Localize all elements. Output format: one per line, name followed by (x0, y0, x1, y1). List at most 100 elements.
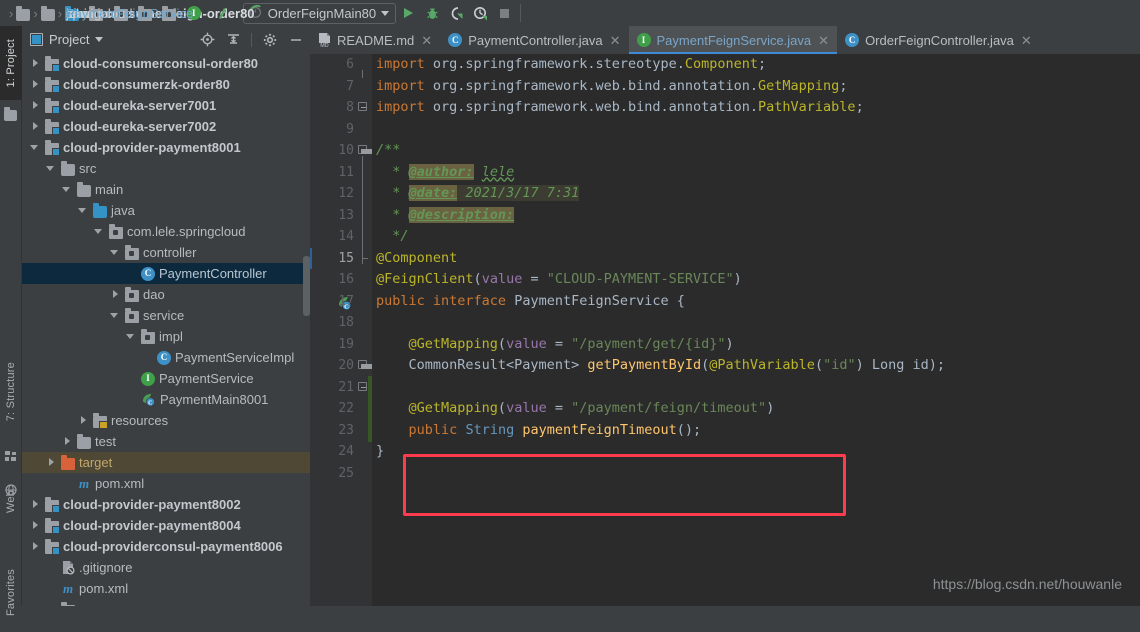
chevron-right-icon[interactable] (30, 58, 41, 69)
chevron-right-icon[interactable] (30, 499, 41, 510)
tree-item[interactable]: cloud-eureka-server7001 (22, 95, 310, 116)
code-line[interactable]: 15 @Component (310, 247, 1140, 269)
run-with-coverage-button[interactable] (444, 1, 468, 25)
chevron-down-icon[interactable] (46, 163, 57, 174)
tree-item[interactable]: m pom.xml (22, 578, 310, 599)
tree-item[interactable]: controller (22, 242, 310, 263)
locate-target-icon[interactable] (197, 30, 217, 50)
tree-item[interactable]: test (22, 431, 310, 452)
project-panel-header: Project (22, 26, 310, 53)
chevron-right-icon[interactable] (30, 100, 41, 111)
tree-item[interactable]: cloud-consumerzk-order80 (22, 74, 310, 95)
breadcrumb-item-paymentfeignservice[interactable]: I PaymentFeignService (66, 2, 203, 24)
code-line[interactable]: 25 (310, 463, 1140, 485)
tree-item[interactable]: java (22, 200, 310, 221)
chevron-right-icon[interactable] (30, 520, 41, 531)
chevron-right-icon[interactable] (30, 541, 41, 552)
sidebar-item-project[interactable]: 1: Project (0, 26, 22, 100)
chevron-down-icon[interactable] (30, 142, 41, 153)
chevron-right-icon[interactable] (78, 415, 89, 426)
tab-paymentfeignservice-java[interactable]: I PaymentFeignService.java ✕ (628, 26, 838, 54)
code-line[interactable]: 20 CommonResult<Payment> getPaymentById(… (310, 355, 1140, 377)
tree-item[interactable]: dao (22, 284, 310, 305)
chevron-down-icon[interactable] (95, 37, 104, 42)
code-line[interactable]: 19 @GetMapping(value = "/payment/get/{id… (310, 334, 1140, 356)
chevron-down-icon[interactable] (381, 10, 390, 16)
tree-item[interactable]: cloud-provider-payment8001 (22, 137, 310, 158)
code-line[interactable]: 21 (310, 377, 1140, 399)
code-line[interactable]: 7 import org.springframework.web.bind.ann… (310, 76, 1140, 98)
tree-item[interactable]: C PaymentServiceImpl (22, 347, 310, 368)
chevron-right-icon[interactable] (62, 436, 73, 447)
code-line[interactable]: 9 (310, 119, 1140, 141)
code-line[interactable]: 6 import org.springframework.stereotype.C… (310, 54, 1140, 76)
profile-button[interactable] (468, 1, 492, 25)
tree-item[interactable]: service (22, 305, 310, 326)
chevron-right-icon[interactable] (30, 79, 41, 90)
tree-item[interactable]: C PaymentController (22, 263, 310, 284)
chevron-down-icon[interactable] (62, 184, 73, 195)
minimize-icon[interactable] (286, 30, 306, 50)
code-editor[interactable]: C 6 import org.springframework.stereotype… (310, 54, 1140, 606)
code-line[interactable]: 22 @GetMapping(value = "/payment/feign/t… (310, 398, 1140, 420)
chevron-down-icon[interactable] (126, 331, 137, 342)
chevron-down-icon[interactable] (110, 247, 121, 258)
tree-item[interactable]: cloud-provider-payment8002 (22, 494, 310, 515)
stop-button[interactable] (492, 1, 516, 25)
chevron-down-icon[interactable] (94, 226, 105, 237)
chevron-down-icon[interactable] (110, 310, 121, 321)
code-line[interactable]: 18 (310, 312, 1140, 334)
code-line[interactable]: 13 * @description: (310, 205, 1140, 227)
tree-item[interactable]: target (22, 452, 310, 473)
sidebar-item-web[interactable]: Web (0, 474, 22, 530)
code-line[interactable]: 8 import org.springframework.web.bind.ann… (310, 97, 1140, 119)
tree-item[interactable]: cloud-providerconsul-payment8006 (22, 536, 310, 557)
tree-item[interactable]: resources (22, 410, 310, 431)
run-configuration-selector[interactable]: OrderFeignMain80 (242, 2, 397, 24)
code-line[interactable]: 16 @FeignClient(value = "CLOUD-PAYMENT-SE… (310, 269, 1140, 291)
code-line[interactable]: 17 public interface PaymentFeignService { (310, 291, 1140, 313)
line-number: 10 (338, 143, 354, 158)
close-icon[interactable]: ✕ (817, 34, 830, 47)
chevron-right-icon[interactable] (110, 289, 121, 300)
tree-item[interactable]: .gitignore (22, 557, 310, 578)
code-line[interactable]: 23 public String paymentFeignTimeout(); (310, 420, 1140, 442)
tab-paymentcontroller-java[interactable]: C PaymentController.java ✕ (440, 26, 628, 54)
sidebar-item-structure[interactable]: 7: Structure (0, 346, 22, 438)
chevron-down-icon[interactable] (78, 205, 89, 216)
project-tree-scrollbar[interactable] (303, 256, 310, 316)
close-icon[interactable]: ✕ (609, 34, 622, 47)
project-tree[interactable]: cloud-consumerconsul-order80 cloud-consum… (22, 53, 310, 606)
close-icon[interactable]: ✕ (420, 34, 433, 47)
tab-orderfeigncontroller-java[interactable]: C OrderFeignController.java ✕ (837, 26, 1040, 54)
tree-item[interactable]: m pom.xml (22, 473, 310, 494)
code-line[interactable]: 10 /** (310, 140, 1140, 162)
tree-item[interactable]: cloud-provider-payment8004 (22, 515, 310, 536)
tree-item[interactable]: C PaymentMain8001 (22, 389, 310, 410)
breadcrumb-item-main[interactable]: main (39, 2, 94, 24)
collapse-all-icon[interactable] (223, 30, 243, 50)
code-line[interactable]: 11 * @author: lele (310, 162, 1140, 184)
tree-item-label: target (79, 455, 113, 470)
chevron-right-icon[interactable] (46, 457, 57, 468)
close-icon[interactable]: ✕ (1020, 34, 1033, 47)
code-line[interactable]: 14 */ (310, 226, 1140, 248)
run-button[interactable] (396, 1, 420, 25)
breadcrumb-item-src[interactable]: src (14, 2, 83, 24)
tree-item[interactable]: com.lele.springcloud (22, 221, 310, 242)
sidebar-item-favorites[interactable]: Favorites (0, 554, 22, 632)
code-line[interactable]: 24} (310, 441, 1140, 463)
tree-item[interactable]: I PaymentService (22, 368, 310, 389)
tree-item[interactable] (22, 599, 310, 606)
tree-item[interactable]: impl (22, 326, 310, 347)
tab-readme-md[interactable]: MD README.md ✕ (310, 26, 440, 54)
tree-item[interactable]: cloud-eureka-server7002 (22, 116, 310, 137)
debug-button[interactable] (420, 1, 444, 25)
tree-item[interactable]: cloud-consumerconsul-order80 (22, 53, 310, 74)
tree-item[interactable]: main (22, 179, 310, 200)
tree-item[interactable]: src (22, 158, 310, 179)
settings-gear-icon[interactable] (260, 30, 280, 50)
navigate-up-arrow-icon[interactable] (213, 2, 235, 24)
code-line[interactable]: 12 * @date: 2021/3/17 7:31 (310, 183, 1140, 205)
chevron-right-icon[interactable] (30, 121, 41, 132)
